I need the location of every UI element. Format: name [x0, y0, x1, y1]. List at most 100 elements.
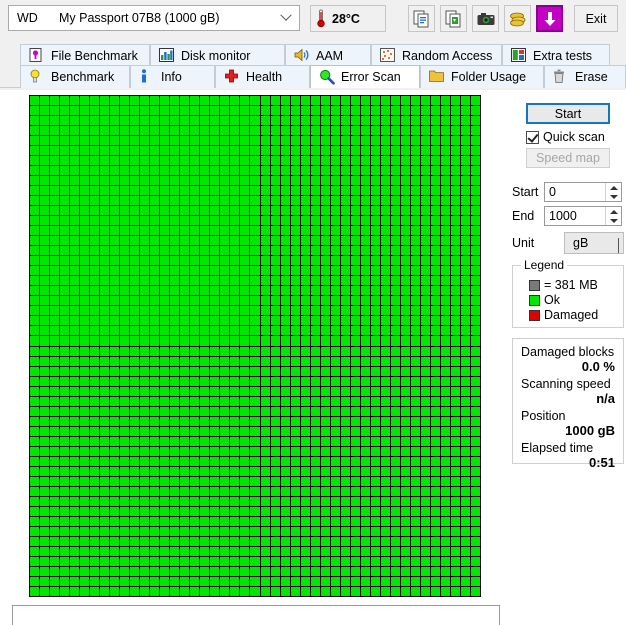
chevron-down-icon[interactable] [618, 238, 619, 253]
start-stepper-down[interactable] [606, 192, 621, 201]
scan-block [210, 486, 220, 496]
scan-block [260, 236, 270, 246]
tab-file-benchmark[interactable]: File Benchmark [20, 44, 150, 67]
scan-block [250, 266, 260, 276]
end-stepper-up[interactable] [606, 207, 621, 216]
drive-select[interactable]: WD My Passport 07B8 (1000 gB) [8, 5, 300, 31]
scan-block [150, 436, 160, 446]
tab-health[interactable]: Health [215, 65, 310, 88]
scan-block [250, 226, 260, 236]
start-input[interactable]: 0 [544, 182, 622, 202]
scan-block [30, 436, 40, 446]
scan-block [40, 246, 50, 256]
scan-block [100, 316, 110, 326]
scan-block [420, 496, 430, 506]
scan-block [240, 486, 250, 496]
scan-block [300, 146, 310, 156]
scan-block [60, 116, 70, 126]
scan-block [150, 506, 160, 516]
scan-block [100, 436, 110, 446]
scan-block [460, 186, 470, 196]
scan-block [110, 536, 120, 546]
scan-block [50, 436, 60, 446]
scan-block [300, 216, 310, 226]
scan-block [390, 346, 400, 356]
scan-block [50, 556, 60, 566]
scan-block [70, 516, 80, 526]
scan-block [90, 386, 100, 396]
tab-extra-tests[interactable]: Extra tests [502, 44, 610, 67]
end-input[interactable]: 1000 [544, 206, 622, 226]
scan-block [200, 446, 210, 456]
end-stepper[interactable] [605, 207, 621, 225]
scan-block [320, 176, 330, 186]
scan-block [260, 316, 270, 326]
copy-document-button[interactable] [408, 5, 435, 32]
scan-block [370, 316, 380, 326]
scan-block [310, 536, 320, 546]
quick-scan-checkbox[interactable]: Quick scan [526, 130, 605, 144]
tab-erase[interactable]: Erase [544, 65, 626, 88]
scan-block [250, 356, 260, 366]
tab-benchmark[interactable]: Benchmark [20, 65, 130, 88]
scan-block [200, 376, 210, 386]
scan-block [460, 516, 470, 526]
scan-block [130, 556, 140, 566]
donate-button[interactable] [504, 5, 531, 32]
error-scan-block-grid[interactable] [29, 95, 481, 597]
start-stepper-up[interactable] [606, 183, 621, 192]
scan-block [30, 206, 40, 216]
scan-block [400, 416, 410, 426]
tab-aam[interactable]: AAM [285, 44, 371, 67]
scan-block [390, 366, 400, 376]
scan-block [440, 516, 450, 526]
scan-block [390, 266, 400, 276]
unit-select[interactable]: gB [564, 232, 624, 254]
scan-block [150, 176, 160, 186]
scan-block [300, 206, 310, 216]
scan-block [220, 486, 230, 496]
scan-block [110, 566, 120, 576]
scan-block [130, 256, 140, 266]
scan-block [170, 426, 180, 436]
scan-block [430, 386, 440, 396]
scan-block [190, 436, 200, 446]
scan-block [460, 236, 470, 246]
scan-block [330, 176, 340, 186]
scan-block [260, 206, 270, 216]
scan-block [100, 266, 110, 276]
screenshot-button[interactable] [472, 5, 499, 32]
scan-block [460, 226, 470, 236]
scan-block [150, 476, 160, 486]
scan-block [110, 296, 120, 306]
scan-block [250, 536, 260, 546]
scan-block [80, 506, 90, 516]
quick-scan-label: Quick scan [543, 130, 605, 144]
chevron-down-icon[interactable] [273, 6, 299, 30]
end-stepper-down[interactable] [606, 216, 621, 225]
scan-block [390, 456, 400, 466]
scan-block [30, 366, 40, 376]
scan-block [300, 226, 310, 236]
benchmark-bulb-icon [29, 69, 45, 85]
scan-block [180, 286, 190, 296]
scan-block [290, 286, 300, 296]
tab-error-scan[interactable]: Error Scan [310, 65, 420, 88]
update-download-button[interactable] [536, 5, 563, 32]
scan-block [430, 456, 440, 466]
tab-folder-usage[interactable]: Folder Usage [420, 65, 544, 88]
scan-block [220, 166, 230, 176]
scan-block [370, 526, 380, 536]
start-stepper[interactable] [605, 183, 621, 201]
scan-block [270, 106, 280, 116]
start-button[interactable]: Start [526, 103, 610, 124]
copy-image-button[interactable] [440, 5, 467, 32]
checkbox-mark-icon[interactable] [526, 130, 539, 144]
tab-disk-monitor[interactable]: Disk monitor [150, 44, 285, 67]
scan-block [40, 196, 50, 206]
scan-block [170, 116, 180, 126]
tab-random-access[interactable]: Random Access [371, 44, 502, 67]
scan-block [380, 496, 390, 506]
tab-info[interactable]: Info [130, 65, 215, 88]
exit-button[interactable]: Exit [574, 5, 618, 32]
